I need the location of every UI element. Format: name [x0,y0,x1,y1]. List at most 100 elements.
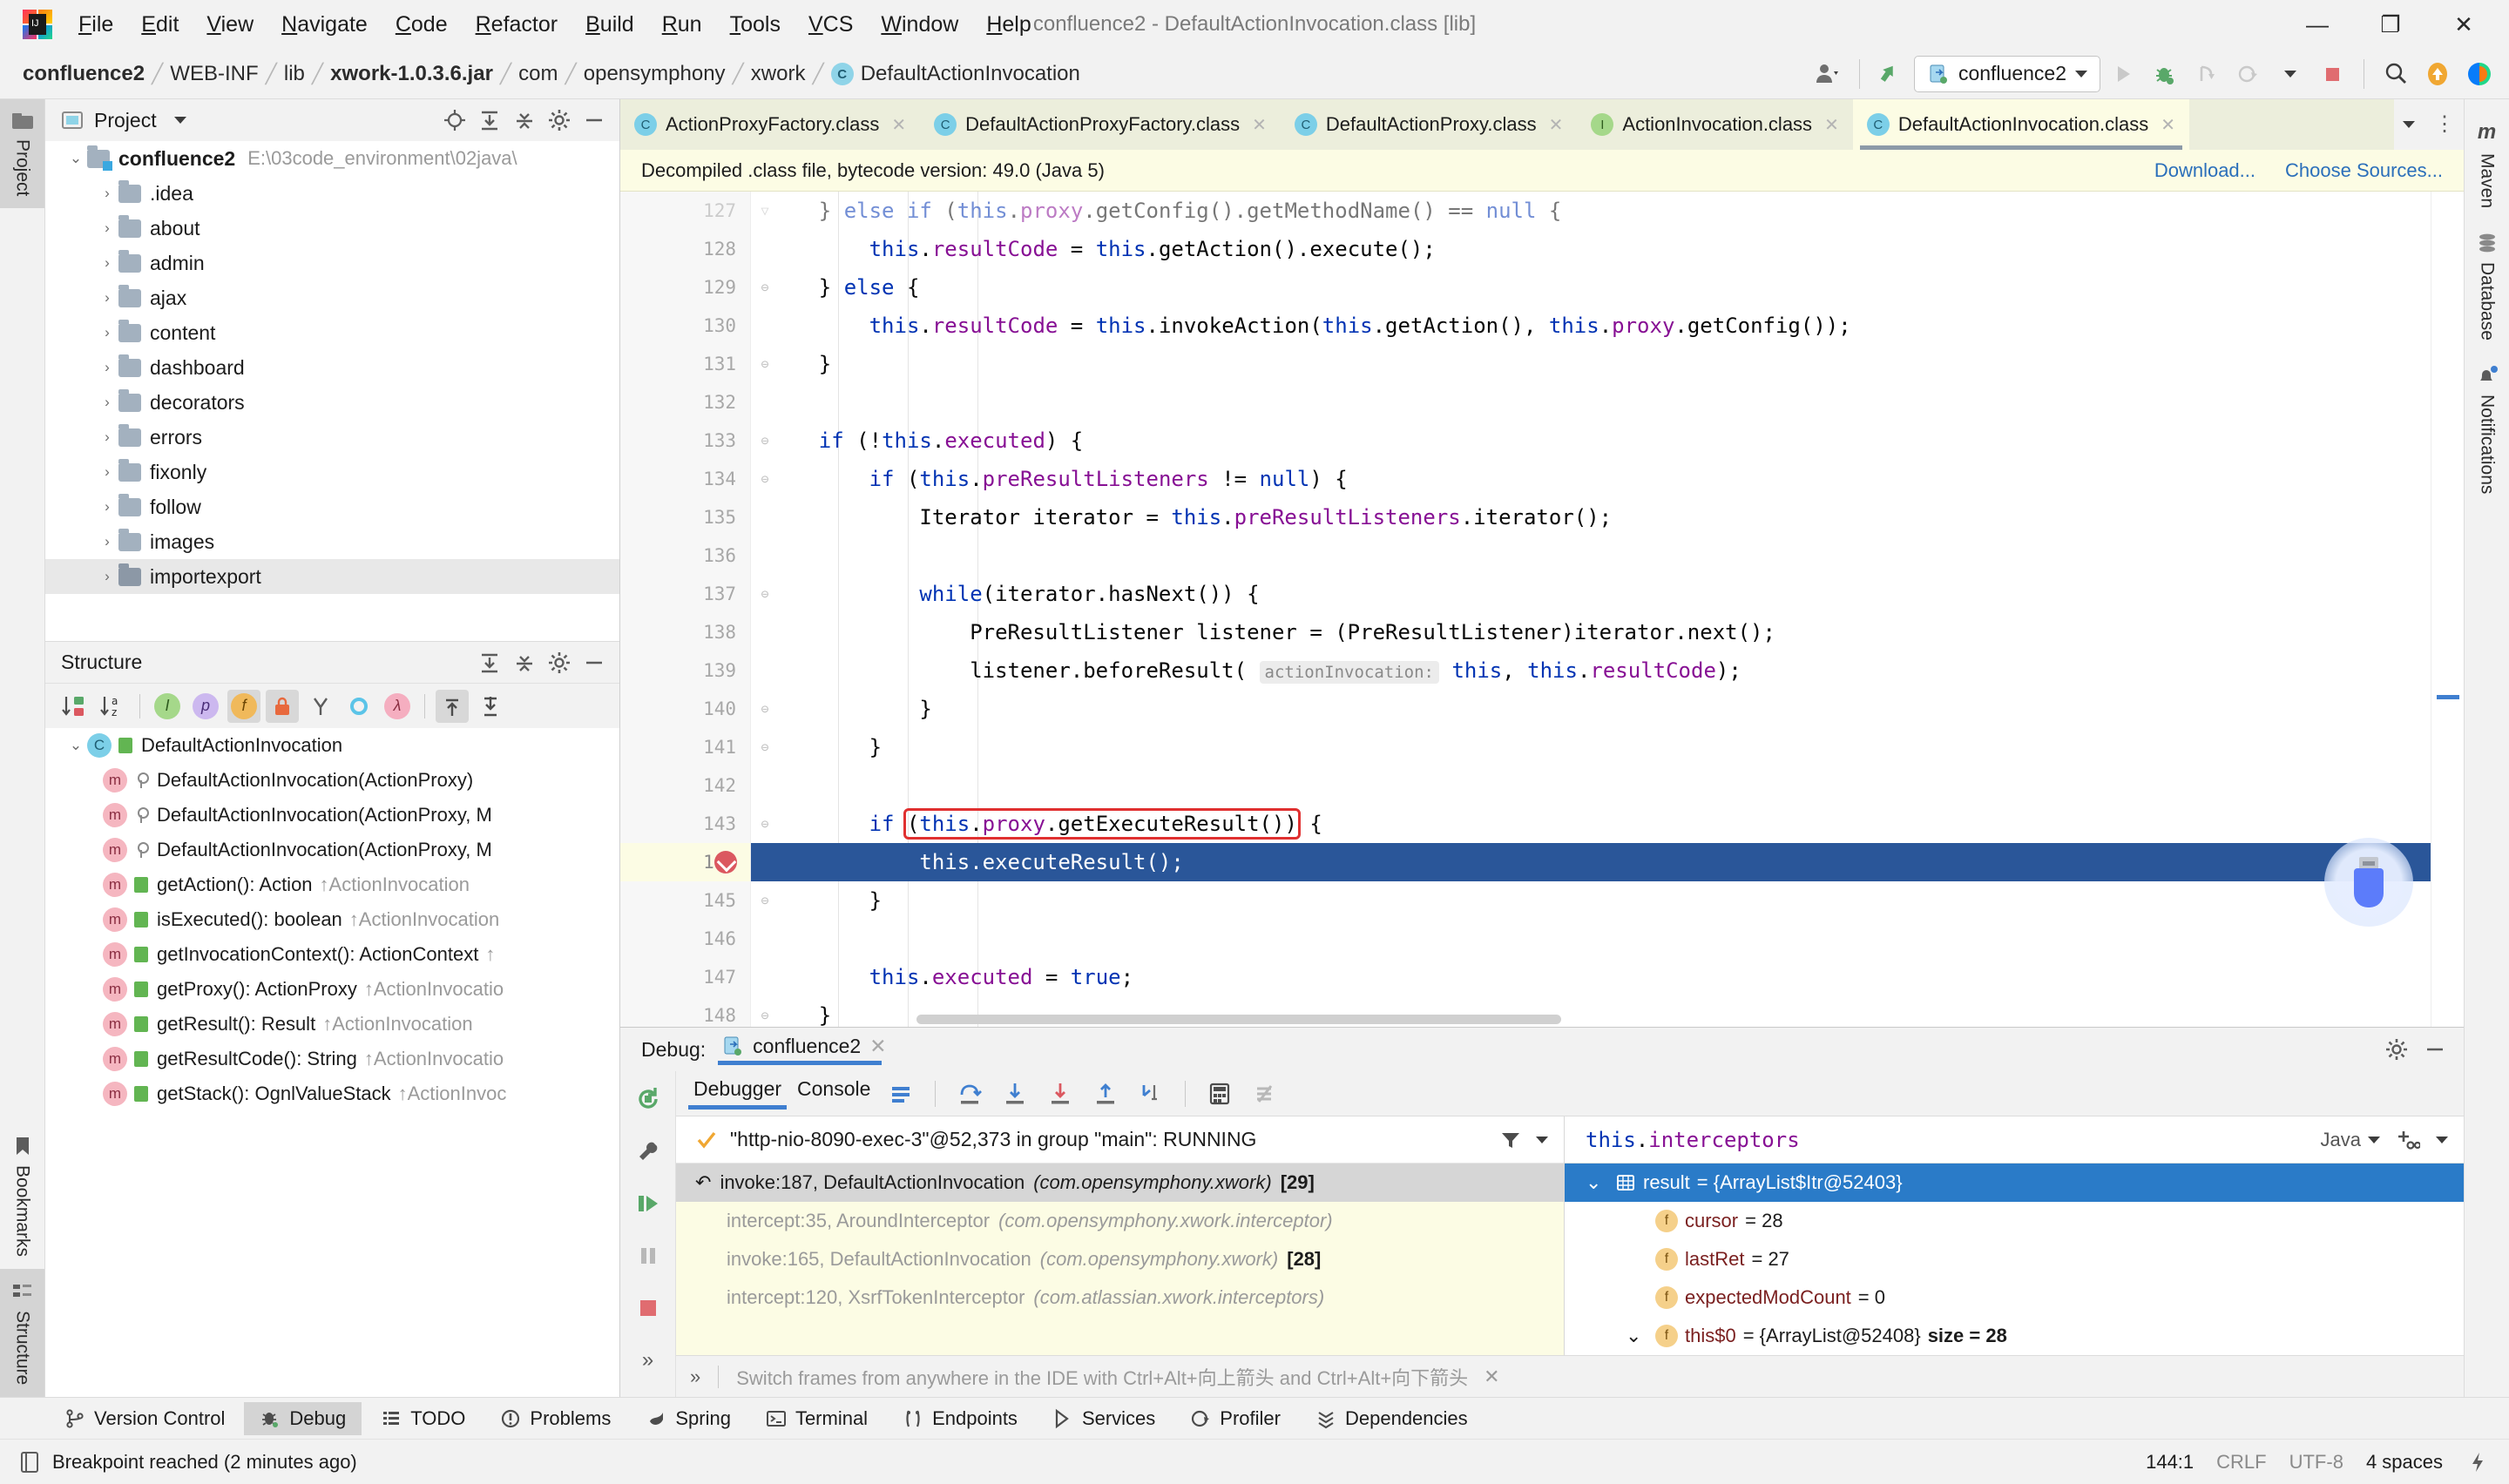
code-line-145[interactable]: } [751,881,2431,920]
project-tree-item[interactable]: › decorators [45,385,619,420]
gutter-line-133[interactable]: 133 ⊖ [620,422,768,460]
structure-item[interactable]: m getProxy(): ActionProxy ↑ActionInvocatio [45,972,619,1007]
collapse-all-icon[interactable] [510,105,539,135]
tool-window-button-dependencies[interactable]: Dependencies [1300,1402,1484,1435]
code-line-131[interactable]: } [751,345,2431,383]
code-line-139[interactable]: listener.beforeResult( actionInvocation:… [751,651,2431,690]
filter-icon[interactable] [1499,1129,1522,1151]
structure-item[interactable]: m getResultCode(): String ↑ActionInvocatio [45,1042,619,1076]
tool-window-button-version-control[interactable]: Version Control [49,1402,240,1435]
choose-sources-link[interactable]: Choose Sources... [2285,159,2443,182]
code-line-135[interactable]: Iterator iterator = this.preResultListen… [751,498,2431,536]
gutter-line-130[interactable]: 130 [620,307,750,345]
code-line-147[interactable]: this.executed = true; [751,958,2431,996]
editor-tab[interactable]: C DefaultActionProxyFactory.class ✕ [920,99,1281,150]
close-tab-icon[interactable]: ✕ [2161,114,2175,136]
debug-icon[interactable] [2146,55,2184,93]
step-over-run-icon[interactable] [2188,55,2226,93]
updates-icon[interactable] [2418,55,2457,93]
structure-collapse-all-icon[interactable] [510,648,539,678]
chevron-right-icon[interactable]: › [96,533,118,550]
code-line-144[interactable]: this.executeResult(); [751,843,2431,881]
chevron-right-icon[interactable]: › [96,428,118,446]
project-tree-item[interactable]: › images [45,524,619,559]
show-lambdas-icon[interactable]: λ [381,690,414,723]
variable-row[interactable]: ⌄ result = {ArrayList$Itr@52403} [1565,1164,2464,1202]
evaluate-expression-icon[interactable] [1205,1079,1234,1109]
line-separator[interactable]: CRLF [2216,1451,2266,1474]
menu-item-edit[interactable]: Edit [127,9,193,41]
minimize-button[interactable]: — [2281,0,2354,49]
chevron-right-icon[interactable]: › [96,568,118,585]
project-tree-item[interactable]: › errors [45,420,619,455]
tool-window-button-problems[interactable]: Problems [484,1402,626,1435]
gutter-line-127[interactable]: 127 ▽ [620,192,768,230]
project-view-dropdown-icon[interactable] [173,117,186,124]
gutter-line-132[interactable]: 132 [620,383,750,422]
structure-hide-icon[interactable] [579,648,609,678]
usb-device-badge-icon[interactable] [2324,838,2413,927]
caret-position[interactable]: 144:1 [2146,1451,2194,1474]
show-properties-icon[interactable]: p [189,690,222,723]
menu-item-build[interactable]: Build [571,9,648,41]
scroll-from-source-icon[interactable] [436,689,469,723]
step-over-icon[interactable] [955,1079,984,1109]
editor-tab[interactable]: C DefaultActionInvocation.class ✕ [1852,99,2189,150]
editor-tab[interactable]: C DefaultActionProxy.class ✕ [1281,99,1577,150]
tab-options-icon[interactable]: ⋮ [2434,113,2455,135]
indent-setting[interactable]: 4 spaces [2366,1451,2443,1474]
stop-icon[interactable] [2313,55,2351,93]
breadcrumb-item-0[interactable]: confluence2 [23,62,145,86]
resume-program-icon[interactable] [629,1184,667,1223]
gutter-line-147[interactable]: 147 [620,958,750,996]
show-inherited-icon[interactable]: I [151,690,184,723]
editor-tab-strip[interactable]: C ActionProxyFactory.class ✕ C DefaultAction… [620,99,2464,150]
project-tree-root[interactable]: ⌄ confluence2 E:\03code_environment\02java… [45,141,619,176]
project-tree-item[interactable]: › content [45,315,619,350]
project-tree-item[interactable]: › importexport [45,559,619,594]
gutter-line-128[interactable]: 128 [620,230,750,268]
code-line-134[interactable]: if (this.preResultListeners != null) { [751,460,2431,498]
more-actions-icon[interactable]: » [629,1341,667,1379]
watch-expression-row[interactable]: this.interceptors Java [1565,1116,2464,1164]
chevron-right-icon[interactable]: › [96,324,118,341]
code-line-132[interactable] [751,383,2431,422]
structure-item[interactable]: m DefaultActionInvocation(ActionProxy, M [45,833,619,867]
editor-tab[interactable]: I ActionInvocation.class ✕ [1577,99,1852,150]
call-stack-frame[interactable]: invoke:165, DefaultActionInvocation (com.… [676,1240,1564,1278]
menu-item-refactor[interactable]: Refactor [462,9,572,41]
code-line-143[interactable]: if (this.proxy.getExecuteResult()) { [751,805,2431,843]
menu-item-help[interactable]: Help [972,9,1045,41]
code-line-130[interactable]: this.resultCode = this.invokeAction(this… [751,307,2431,345]
power-save-icon[interactable] [2465,1450,2490,1474]
chevron-down-icon[interactable]: ⌄ [1626,1325,1648,1347]
add-watch-icon[interactable] [2396,1128,2420,1152]
run-to-cursor-icon[interactable] [1136,1079,1166,1109]
call-stack-frame[interactable]: intercept:120, XsrfTokenInterceptor (com.… [676,1278,1564,1317]
update-project-icon[interactable] [1872,55,1910,93]
breadcrumb[interactable]: confluence2 ╱ WEB-INF ╱ lib ╱ xwork-1.0.3.6.ja… [23,62,1080,86]
tool-window-button-todo[interactable]: TODO [365,1402,481,1435]
thread-dropdown-icon[interactable] [1536,1136,1548,1143]
language-selector[interactable]: Java [2321,1129,2380,1151]
chevron-right-icon[interactable]: › [96,185,118,202]
gutter-line-136[interactable]: 136 [620,536,750,575]
stop-program-icon[interactable] [629,1289,667,1327]
project-tree[interactable]: ⌄ confluence2 E:\03code_environment\02java… [45,141,619,641]
structure-gear-icon[interactable] [544,648,574,678]
gutter-line-145[interactable]: 145 ⊖ [620,881,768,920]
locate-file-icon[interactable] [440,105,470,135]
gutter-line-142[interactable]: 142 [620,766,750,805]
project-tree-item[interactable]: › fixonly [45,455,619,489]
close-session-icon[interactable]: ✕ [869,1035,886,1058]
sidebar-item-maven[interactable]: m Maven [2465,108,2509,220]
hide-panel-icon[interactable] [579,105,609,135]
gutter-line-129[interactable]: 129 ⊖ [620,268,768,307]
structure-root[interactable]: ⌄ C DefaultActionInvocation [45,728,619,763]
maximize-button[interactable]: ❐ [2354,0,2427,49]
settings-wrench-icon[interactable] [629,1132,667,1170]
search-everywhere-icon[interactable] [2377,55,2415,93]
code-line-137[interactable]: while(iterator.hasNext()) { [751,575,2431,613]
tool-window-button-spring[interactable]: Spring [630,1402,747,1435]
user-dropdown-icon[interactable] [1809,55,1847,93]
